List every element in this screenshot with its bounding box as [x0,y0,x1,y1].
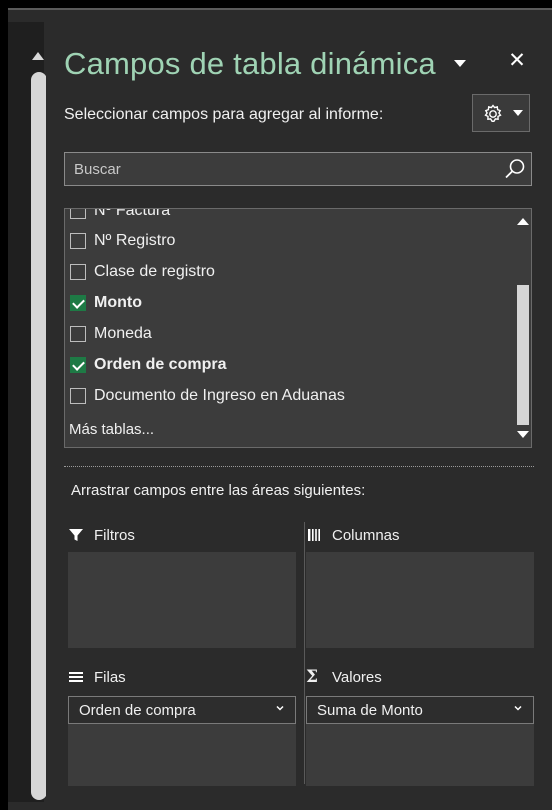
field-list: Nº Factura Nº Registro Clase de registro… [64,208,532,448]
filters-area-header: Filtros [68,522,135,548]
columns-area: Columnas [306,522,534,650]
rows-field-label: Orden de compra [79,701,196,719]
more-tables-link[interactable]: Más tablas... [69,421,154,438]
values-area: Σ Valores Suma de Monto [306,664,534,790]
scroll-up-arrow-icon[interactable] [517,218,529,225]
close-icon[interactable]: ✕ [504,48,530,74]
area-divider [304,522,305,784]
columns-drop-zone[interactable] [306,552,534,648]
rows-label: Filas [94,668,126,686]
field-checkbox[interactable] [70,209,86,219]
filters-label: Filtros [94,526,135,544]
gear-icon [484,104,502,122]
chevron-down-icon[interactable] [275,703,285,713]
field-label: Moneda [94,325,152,342]
field-item-documento-ingreso-aduanas[interactable]: Documento de Ingreso en Aduanas [65,382,505,410]
pane-title: Campos de tabla dinámica [64,46,436,81]
field-checkbox[interactable] [70,326,86,342]
filters-drop-zone[interactable] [68,552,296,648]
field-item-monto[interactable]: Monto [65,289,505,317]
scrollbar-thumb[interactable] [517,285,529,425]
values-drop-zone[interactable]: Suma de Monto [306,696,534,786]
instruction-text: Seleccionar campos para agregar al infor… [64,106,384,123]
values-label: Valores [332,668,382,686]
search-icon[interactable] [503,157,527,181]
field-item-clase-de-registro[interactable]: Clase de registro [65,258,505,286]
field-checkbox[interactable] [70,233,86,249]
chevron-down-icon [513,110,523,116]
field-checkbox-checked[interactable] [70,295,86,311]
values-field-pill[interactable]: Suma de Monto [306,696,534,724]
rows-icon [69,672,83,682]
filters-area: Filtros [68,522,296,650]
rows-area: Filas Orden de compra [68,664,296,790]
field-label: Clase de registro [94,263,215,280]
worksheet-scrollbar[interactable] [8,22,47,802]
columns-area-header: Columnas [306,522,400,548]
search-box[interactable] [64,152,532,186]
drag-hint-text: Arrastrar campos entre las áreas siguien… [71,482,366,499]
pane-options-dropdown-icon[interactable] [454,60,466,67]
rows-field-pill[interactable]: Orden de compra [68,696,296,724]
field-label: Documento de Ingreso en Aduanas [94,387,345,404]
sigma-icon: Σ [306,667,319,687]
search-input[interactable] [65,153,485,185]
pivot-field-list-pane: Campos de tabla dinámica ✕ Seleccionar c… [46,22,552,802]
values-area-header: Σ Valores [306,664,382,690]
filter-icon [69,529,83,541]
field-label: Nº Factura [94,208,171,219]
field-item-nro-registro[interactable]: Nº Registro [65,227,505,255]
field-label: Monto [94,294,142,311]
section-divider[interactable] [64,466,534,467]
field-checkbox-checked[interactable] [70,357,86,373]
field-label: Nº Registro [94,232,176,249]
field-checkbox[interactable] [70,388,86,404]
chevron-down-icon[interactable] [513,703,523,713]
rows-area-header: Filas [68,664,126,690]
scroll-up-arrow-icon[interactable] [32,52,44,60]
field-item-partial[interactable]: Nº Factura [65,208,505,225]
tools-settings-button[interactable] [472,94,530,132]
scroll-down-arrow-icon[interactable] [517,431,529,438]
field-item-orden-de-compra[interactable]: Orden de compra [65,351,505,379]
field-item-moneda[interactable]: Moneda [65,320,505,348]
field-list-scrollbar[interactable] [513,209,531,447]
field-label: Orden de compra [94,356,227,373]
columns-icon [308,529,320,541]
scrollbar-thumb[interactable] [31,72,47,800]
columns-label: Columnas [332,526,400,544]
rows-drop-zone[interactable]: Orden de compra [68,696,296,786]
field-checkbox[interactable] [70,264,86,280]
values-field-label: Suma de Monto [317,701,423,719]
